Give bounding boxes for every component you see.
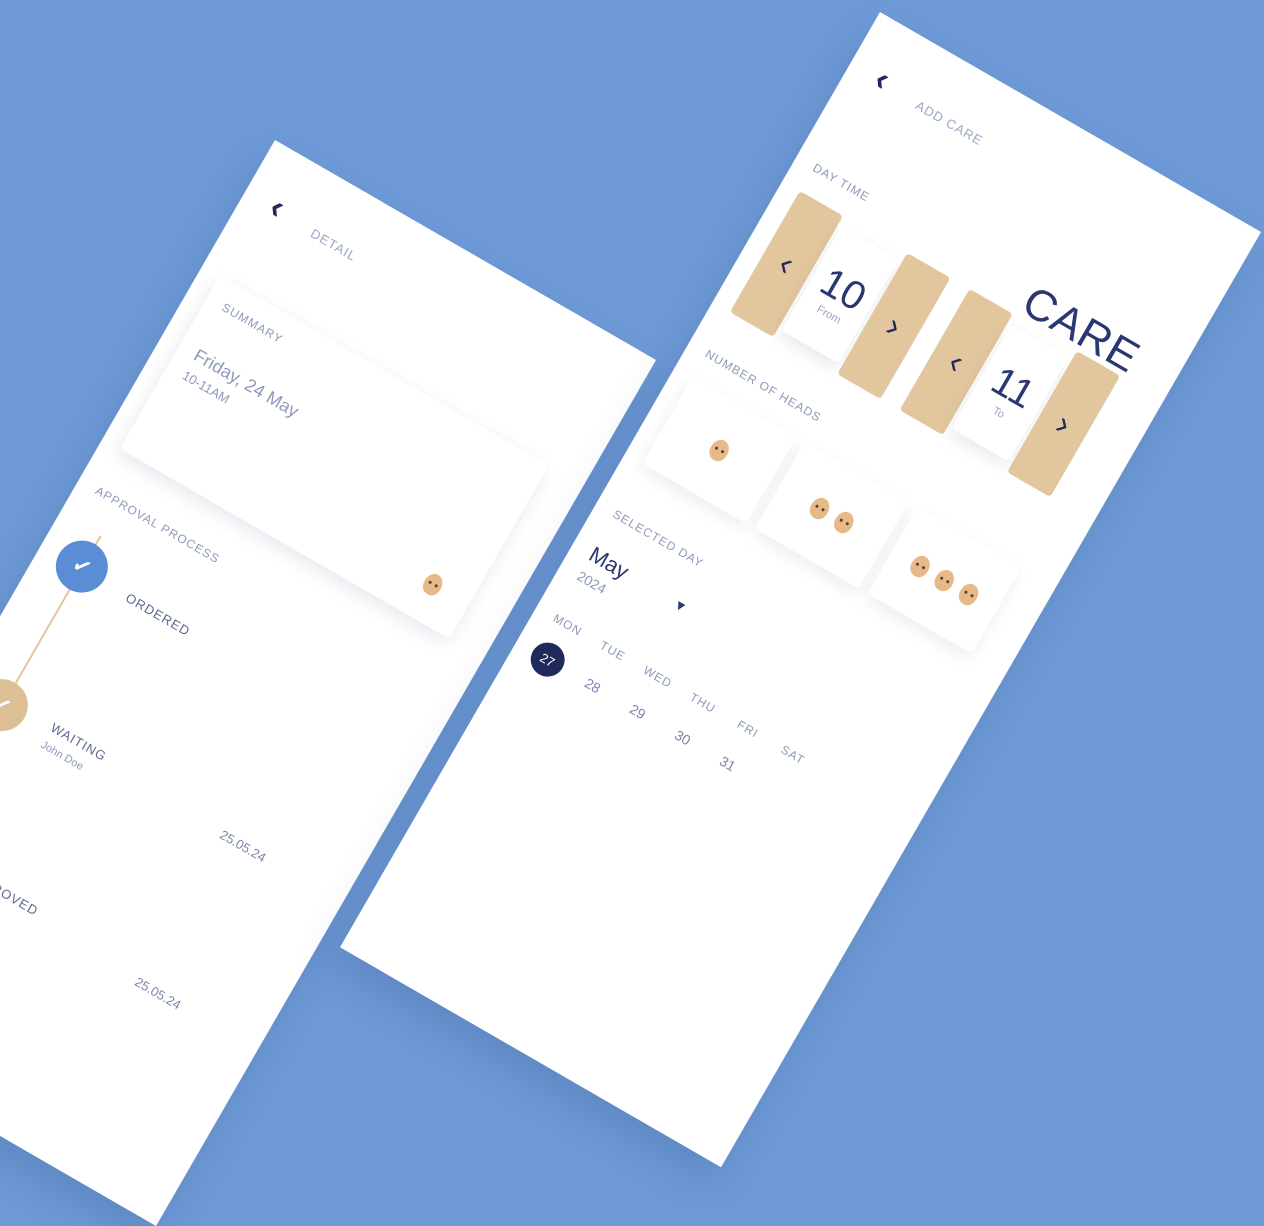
head-icon [705, 436, 733, 465]
week-day: TUE [597, 638, 628, 664]
chevron-left-icon: ‹ [942, 342, 971, 381]
week-day: THU [687, 689, 719, 716]
back-arrow-icon[interactable]: ‹ [868, 60, 897, 99]
day-number[interactable]: 30 [656, 718, 709, 758]
chevron-left-icon: ‹ [772, 244, 802, 283]
day-time-label: DAY TIME [810, 160, 873, 205]
day-number[interactable] [750, 777, 795, 803]
head-icon [906, 552, 934, 581]
head-icon [931, 566, 958, 595]
step-approved-date: 25.05.24 [132, 974, 184, 1013]
day-number[interactable]: 31 [701, 744, 754, 784]
head-icon [955, 580, 982, 609]
summary-label: Summary [219, 300, 286, 347]
week-day: SAT [778, 742, 808, 768]
chevron-right-icon: › [879, 306, 909, 345]
to-value: 11 [984, 357, 1043, 417]
nav-title: ADD CARE [913, 97, 986, 149]
day-number[interactable]: 28 [566, 666, 619, 706]
day-numbers-row: 27 28 29 30 31 [517, 632, 804, 817]
nav-title: DETAIL [308, 225, 360, 265]
summary-card[interactable]: Summary Friday, 24 May 10-11AM [119, 275, 549, 639]
check-icon: ✓ [0, 669, 38, 741]
head-icon [830, 508, 858, 537]
step-waiting-date: 25.05.24 [217, 826, 269, 866]
week-day: WED [640, 663, 675, 691]
day-number[interactable]: 29 [611, 692, 664, 732]
month-dropdown-icon[interactable]: ▾ [672, 595, 689, 616]
check-icon: ✓ [46, 531, 118, 603]
step-approved: APPROVED [0, 865, 42, 919]
head-icon [419, 570, 447, 599]
chevron-right-icon: › [1049, 404, 1079, 443]
week-day: MON [550, 611, 585, 639]
back-arrow-icon[interactable]: ‹ [263, 188, 292, 227]
day-number: 27 [524, 636, 571, 683]
head-icon [806, 494, 834, 523]
week-day: FRI [734, 717, 761, 741]
step-ordered: ORDERED [123, 590, 193, 640]
